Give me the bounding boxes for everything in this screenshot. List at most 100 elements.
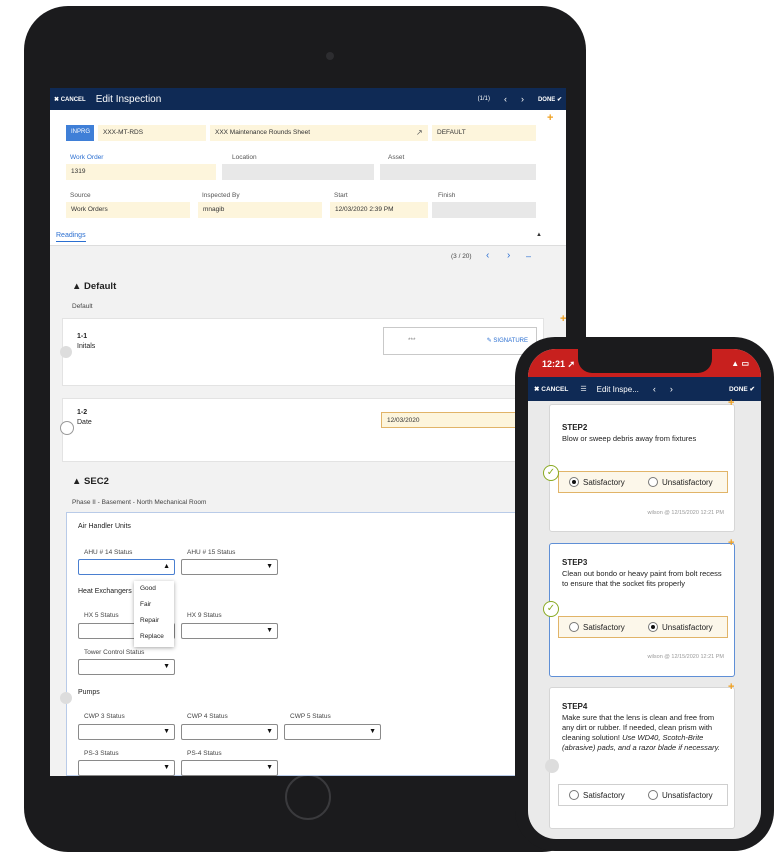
source-field[interactable]: Work Orders: [66, 202, 190, 218]
satisfactory-radio[interactable]: [569, 477, 579, 487]
unsatisfactory-radio[interactable]: [648, 477, 658, 487]
readings-tab-strip: Readings ▲: [50, 228, 566, 246]
form-name-field[interactable]: XXX Maintenance Rounds Sheet: [210, 125, 428, 141]
sec2-section-title[interactable]: ▲ SEC2: [72, 476, 109, 487]
ps3-select[interactable]: [78, 760, 175, 776]
finish-label: Finish: [438, 192, 456, 199]
ahu14-select[interactable]: [78, 559, 175, 575]
cwp3-select[interactable]: [78, 724, 175, 740]
signature-button[interactable]: ✎ SIGNATURE: [487, 337, 528, 344]
cwp3-label: CWP 3 Status: [84, 713, 125, 720]
group-heat-exchangers: Heat Exchangers: [78, 588, 132, 595]
initials-signature-box[interactable]: *** ✎ SIGNATURE: [383, 327, 537, 355]
step-description: Blow or sweep debris away from fixtures: [562, 434, 697, 443]
phone-top-bar: ✖ CANCEL ☰ Edit Inspe... ‹ › DONE ✔: [528, 377, 761, 401]
step-signature: wilson @ 12/15/2020 12:21 PM: [647, 654, 724, 660]
initials-value: ***: [408, 337, 416, 344]
open-external-icon[interactable]: ↗: [416, 128, 423, 137]
ahu15-label: AHU # 15 Status: [187, 549, 236, 556]
unsatisfactory-radio[interactable]: [648, 790, 658, 800]
readings-minus-button[interactable]: –: [526, 251, 531, 261]
tab-readings[interactable]: Readings: [56, 232, 86, 242]
finish-field[interactable]: [432, 202, 536, 218]
next-button[interactable]: ›: [670, 384, 673, 394]
ps4-select[interactable]: [181, 760, 278, 776]
status-dot: [60, 692, 72, 704]
tablet-screen: ✖ CANCEL Edit Inspection (1/1) ‹ › DONE …: [50, 88, 566, 776]
unsatisfactory-label: Unsatisfactory: [662, 791, 713, 800]
question-label: Initals: [77, 343, 96, 350]
dropdown-option-good[interactable]: Good: [134, 581, 174, 597]
phone-notch: [578, 349, 712, 373]
step-signature: wilson @ 12/15/2020 12:21 PM: [647, 510, 724, 516]
default-field[interactable]: DEFAULT: [432, 125, 536, 141]
unsatisfactory-label: Unsatisfactory: [662, 478, 713, 487]
satisfactory-radio[interactable]: [569, 790, 579, 800]
add-icon[interactable]: +: [560, 313, 566, 325]
cancel-button[interactable]: ✖ CANCEL: [534, 385, 568, 393]
camera-icon: [326, 52, 334, 60]
group-pumps: Pumps: [78, 689, 100, 696]
sec2-subtitle: Phase II - Basement - North Mechanical R…: [72, 499, 207, 506]
page-title: Edit Inspection: [95, 93, 162, 105]
group-air-handler-units: Air Handler Units: [78, 523, 131, 530]
hx9-select[interactable]: [181, 623, 278, 639]
source-label: Source: [70, 192, 91, 199]
unsatisfactory-radio[interactable]: [648, 622, 658, 632]
inspected-by-label: Inspected By: [202, 192, 240, 199]
status-time: 12:21 ➚: [542, 359, 576, 369]
add-icon[interactable]: +: [547, 112, 553, 124]
start-field[interactable]: 12/03/2020 2:39 PM: [330, 202, 428, 218]
readings-prev-button[interactable]: ‹: [486, 250, 489, 261]
cwp5-label: CWP 5 Status: [290, 713, 331, 720]
default-section-title[interactable]: ▲ Default: [72, 281, 116, 292]
tablet-top-bar: ✖ CANCEL Edit Inspection (1/1) ‹ › DONE …: [50, 88, 566, 110]
step-description: Make sure that the lens is clean and fre…: [562, 713, 728, 753]
readings-pager: (3 / 20): [451, 253, 472, 260]
question-label: Date: [77, 419, 92, 426]
asset-field[interactable]: [380, 164, 536, 180]
satisfactory-radio[interactable]: [569, 622, 579, 632]
step-options: Satisfactory Unsatisfactory: [558, 471, 728, 493]
status-dropdown-menu: Good Fair Repair Replace: [134, 581, 174, 647]
cwp4-select[interactable]: [181, 724, 278, 740]
satisfactory-label: Satisfactory: [583, 478, 625, 487]
location-label: Location: [232, 154, 257, 161]
add-icon[interactable]: +: [728, 681, 734, 693]
done-button[interactable]: DONE ✔: [729, 385, 755, 393]
location-field[interactable]: [222, 164, 374, 180]
step-complete-check-icon: ✓: [543, 601, 559, 617]
status-circle: [60, 421, 74, 435]
ahu15-select[interactable]: [181, 559, 278, 575]
readings-next-button[interactable]: ›: [507, 250, 510, 261]
inspected-by-field[interactable]: mnagib: [198, 202, 322, 218]
next-record-button[interactable]: ›: [521, 94, 524, 104]
page-title: Edit Inspe...: [596, 384, 639, 394]
step-card-4: STEP4 Make sure that the lens is clean a…: [549, 687, 735, 829]
phone-status-bar: 12:21 ➚ ▲ ▭: [528, 349, 761, 377]
done-button[interactable]: DONE ✔: [538, 96, 562, 103]
dropdown-option-repair[interactable]: Repair: [134, 613, 174, 629]
tower-control-select[interactable]: [78, 659, 175, 675]
prev-button[interactable]: ‹: [653, 384, 656, 394]
dropdown-option-replace[interactable]: Replace: [134, 629, 174, 645]
cancel-button[interactable]: ✖ CANCEL: [54, 96, 86, 103]
default-section-subtitle: Default: [72, 303, 93, 310]
home-button[interactable]: [285, 774, 331, 820]
collapse-readings-icon[interactable]: ▲: [536, 232, 542, 238]
status-dot: [60, 346, 72, 358]
status-dot: [545, 759, 559, 773]
step-card-3: STEP3 Clean out bondo or heavy paint fro…: [549, 543, 735, 677]
add-icon[interactable]: +: [728, 537, 734, 549]
status-badge: INPRG: [66, 125, 94, 141]
work-order-field[interactable]: 1319: [66, 164, 216, 180]
form-id-field[interactable]: XXX-MT-RDS: [98, 125, 206, 141]
asset-label: Asset: [388, 154, 405, 161]
step-card-2: STEP2 Blow or sweep debris away from fix…: [549, 404, 735, 532]
menu-icon[interactable]: ☰: [580, 385, 586, 393]
prev-record-button[interactable]: ‹: [504, 94, 507, 104]
add-icon[interactable]: +: [728, 397, 734, 409]
dropdown-option-fair[interactable]: Fair: [134, 597, 174, 613]
cwp5-select[interactable]: [284, 724, 381, 740]
question-number: 1-2: [77, 409, 88, 416]
